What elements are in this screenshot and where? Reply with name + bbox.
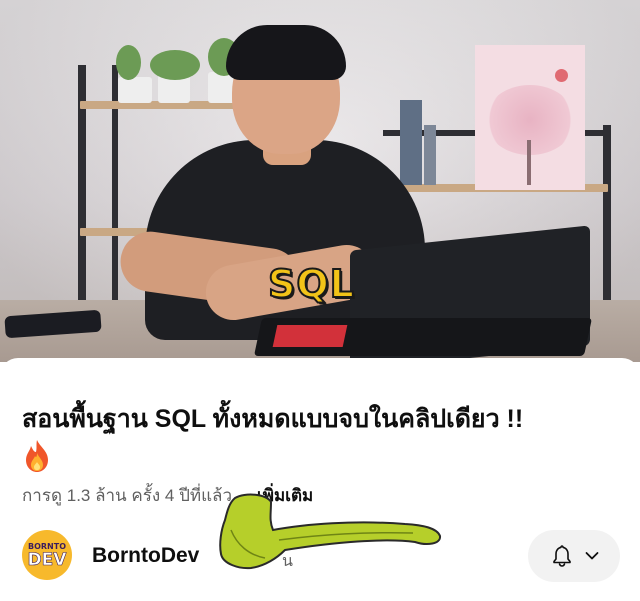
bell-icon [553, 545, 571, 567]
view-count-and-age: การดู 1.3 ล้าน ครั้ง 4 ปีที่แล้ว [22, 486, 233, 505]
plant-pot [118, 77, 152, 103]
channel-avatar[interactable]: BORNTO DEV [22, 530, 72, 580]
laptop-keyboard [272, 325, 348, 347]
video-player[interactable]: SQL [0, 0, 640, 362]
chevron-down-icon [585, 552, 599, 560]
green-arrow-annotation [219, 493, 441, 570]
poster-trunk [527, 140, 531, 185]
notification-subscribe-button[interactable] [528, 530, 620, 582]
plant [116, 45, 141, 80]
poster-sun [555, 69, 568, 82]
avatar-logo-bottom: DEV [27, 550, 67, 571]
channel-name[interactable]: BorntoDev [92, 544, 199, 568]
video-caption: SQL [267, 261, 355, 307]
plant [150, 50, 200, 80]
video-title[interactable]: สอนพื้นฐาน SQL ทั้งหมดแบบจบในคลิปเดียว !… [22, 402, 622, 436]
wall-poster [475, 45, 585, 190]
books [400, 100, 422, 185]
books [424, 125, 436, 185]
fire-icon [26, 440, 48, 472]
presenter-hair [226, 25, 346, 80]
